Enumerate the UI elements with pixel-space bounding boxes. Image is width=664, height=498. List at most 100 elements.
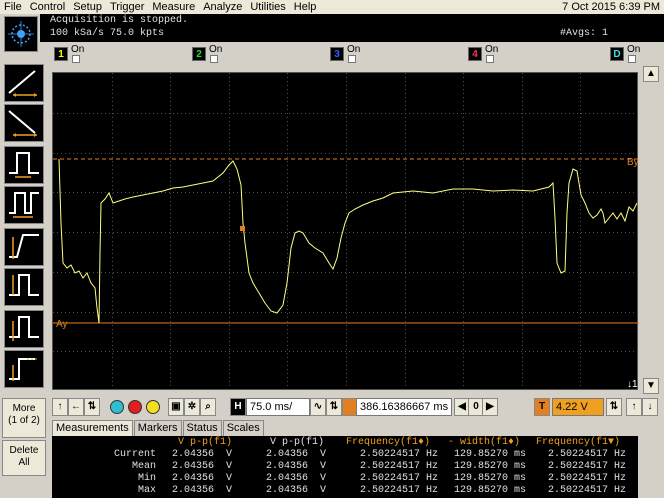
menu-file[interactable]: File	[0, 0, 26, 14]
meas-header-5[interactable]: Frequency(f1▼)	[536, 437, 620, 448]
tab-status[interactable]: Status	[182, 420, 222, 436]
sample-rate: 100 kSa/s 75.0 kpts	[50, 28, 165, 39]
channel-1-waveform	[58, 158, 638, 324]
channel-4-checkbox[interactable]	[486, 55, 494, 63]
tab-measurements[interactable]: Measurements	[52, 420, 133, 436]
trigger-down-icon[interactable]: ↓	[642, 398, 658, 416]
amplitude-icon[interactable]	[4, 268, 44, 306]
channel-digital-checkbox[interactable]	[628, 55, 636, 63]
menu-trigger[interactable]: Trigger	[106, 0, 148, 14]
row-value: 2.50224517 Hz	[548, 449, 627, 460]
trigger-up-icon[interactable]: ↑	[626, 398, 642, 416]
row-value: 2.50224517 Hz	[548, 461, 627, 472]
row-value: 129.85270 ms	[454, 473, 527, 484]
channel-2-checkbox[interactable]	[210, 55, 218, 63]
acquisition-state: Acquisition is stopped.	[50, 15, 189, 26]
color-cyan-icon[interactable]	[110, 400, 124, 414]
channel-1-checkbox[interactable]	[72, 55, 80, 63]
delete-label: Delete	[9, 445, 39, 456]
row-value: 2.04356 V	[266, 485, 327, 496]
menu-setup[interactable]: Setup	[69, 0, 106, 14]
channel-3[interactable]: 3 On	[330, 44, 360, 64]
timebase-spin-icon[interactable]: ∿	[310, 398, 326, 416]
timebase-adjust-icon[interactable]: ⇅	[326, 398, 342, 416]
trigger-label: T	[534, 398, 550, 416]
menu-utilities[interactable]: Utilities	[246, 0, 289, 14]
row-value: 2.50224517 Hz	[360, 473, 439, 484]
more-label: More	[12, 403, 36, 414]
date-time: 7 Oct 2015 6:39 PM	[562, 1, 660, 13]
menu-analyze[interactable]: Analyze	[199, 0, 246, 14]
tab-scales[interactable]: Scales	[222, 420, 264, 436]
channel-4[interactable]: 4 On	[468, 44, 498, 64]
row-value: 2.04356 V	[266, 461, 327, 472]
row-value: 2.50224517 Hz	[360, 485, 439, 496]
scroll-down-arrow-icon[interactable]: ▼	[643, 378, 659, 394]
measure-snapshot-icon[interactable]: ▣	[168, 398, 184, 416]
channel-2[interactable]: 2 On	[192, 44, 222, 64]
waveform-display[interactable]: By Ay ↓1	[52, 72, 639, 391]
rising-edge-trigger-icon[interactable]	[4, 64, 44, 102]
trigger-level-spin-icon[interactable]: ⇅	[606, 398, 622, 416]
tab-markers[interactable]: Markers	[133, 420, 182, 436]
channel-2-badge[interactable]: 2	[192, 47, 206, 61]
right-scroll: ▲ ▼	[640, 66, 662, 396]
trace-cursor-marker[interactable]	[240, 226, 245, 231]
channel-4-badge[interactable]: 4	[468, 47, 482, 61]
row-value: 129.85270 ms	[454, 461, 527, 472]
more-button[interactable]: More (1 of 2)	[2, 398, 46, 438]
row-value: 2.04356 V	[172, 449, 233, 460]
rise-time-icon[interactable]	[4, 228, 44, 266]
top-base-icon[interactable]	[4, 310, 44, 348]
menu-control[interactable]: Control	[26, 0, 69, 14]
overshoot-icon[interactable]	[4, 350, 44, 388]
channel-1[interactable]: 1 On	[54, 44, 84, 64]
row-label: Max	[137, 485, 156, 496]
brand-logo-icon[interactable]	[4, 16, 38, 52]
row-value: 2.04356 V	[172, 473, 233, 484]
menu-measure[interactable]: Measure	[148, 0, 199, 14]
channel-bar: 1 On 2 On 3 On 4 On D On	[40, 42, 664, 66]
pulse-width-icon[interactable]	[4, 146, 44, 184]
settings-gear-icon[interactable]: ✲	[184, 398, 200, 416]
color-yellow-icon[interactable]	[146, 400, 160, 414]
timebase-input[interactable]: 75.0 ms/	[246, 398, 310, 416]
channel-digital[interactable]: D On	[610, 44, 640, 64]
row-label: Current	[113, 449, 156, 460]
row-value: 2.04356 V	[266, 473, 327, 484]
meas-header-3[interactable]: Frequency(f1♦)	[346, 437, 430, 448]
row-value: 129.85270 ms	[454, 449, 527, 460]
horizontal-label: H	[230, 398, 246, 416]
trigger-level-input[interactable]: 4.22 V	[552, 398, 604, 416]
row-label: Min	[137, 473, 156, 484]
delay-right-icon[interactable]: ▶	[482, 398, 498, 416]
left-toolbar: More (1 of 2) Delete All	[0, 56, 48, 498]
measurement-table: V p-p(f1) V p-p(f1) Frequency(f1♦) - wid…	[52, 436, 638, 498]
channel-3-checkbox[interactable]	[348, 55, 356, 63]
meas-header-4[interactable]: - width(f1♦)	[448, 437, 520, 448]
delay-input[interactable]: 386.16386667 ms	[356, 398, 452, 416]
more-page-label: (1 of 2)	[8, 415, 40, 426]
control-row: ↑ ← ⇅ ▣ ✲ ⌕ H 75.0 ms/ ∿ ⇅ 386.16386667 …	[48, 396, 664, 418]
delete-all-label: All	[18, 457, 30, 468]
bottom-tabs: Measurements Markers Status Scales	[52, 420, 265, 436]
zoom-icon[interactable]: ⌕	[200, 398, 216, 416]
graticule	[53, 73, 639, 391]
row-value: 2.04356 V	[172, 485, 233, 496]
color-red-icon[interactable]	[128, 400, 142, 414]
meas-header-2[interactable]: V p-p(f1)	[270, 437, 324, 448]
scroll-up-arrow-icon[interactable]: ▲	[643, 66, 659, 82]
channel-digital-badge[interactable]: D	[610, 47, 624, 61]
cursor-spin-icon[interactable]: ⇅	[84, 398, 100, 416]
pulse-period-icon[interactable]	[4, 186, 44, 224]
cursor-left-icon[interactable]: ←	[68, 398, 84, 416]
menu-help[interactable]: Help	[290, 0, 321, 14]
falling-edge-trigger-icon[interactable]	[4, 104, 44, 142]
channel-1-badge[interactable]: 1	[54, 47, 68, 61]
channel-3-badge[interactable]: 3	[330, 47, 344, 61]
delete-all-button[interactable]: Delete All	[2, 440, 46, 476]
cursor-up-icon[interactable]: ↑	[52, 398, 68, 416]
row-label: Mean	[131, 461, 156, 472]
row-value: 2.04356 V	[172, 461, 233, 472]
meas-header-1[interactable]: V p-p(f1)	[178, 437, 232, 448]
